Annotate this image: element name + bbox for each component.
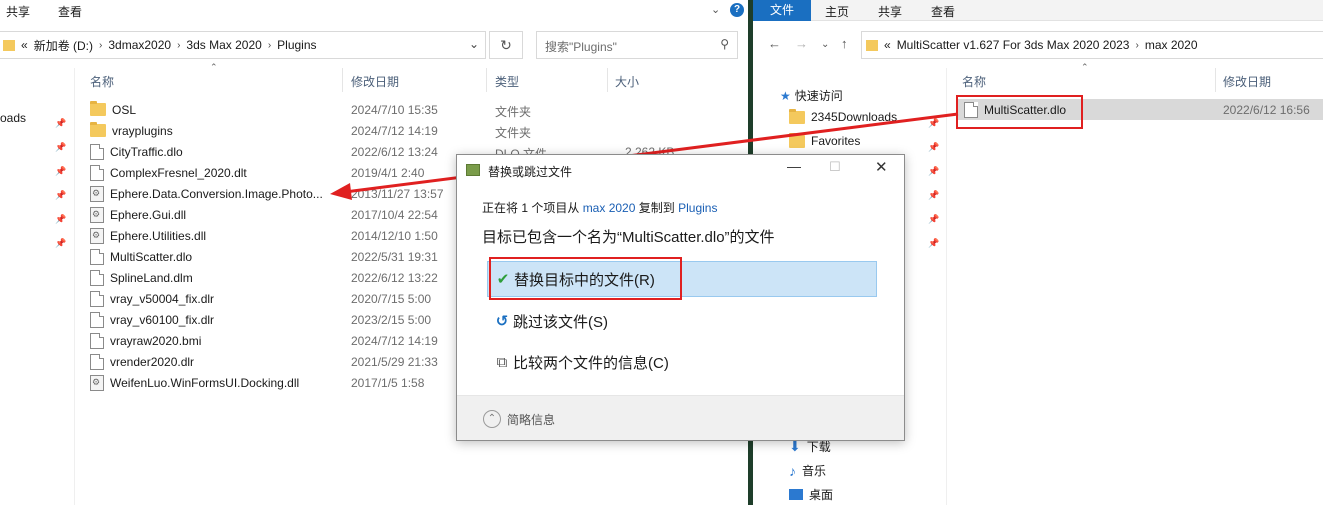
copy-mid: 复制到 (638, 201, 675, 215)
source-link[interactable]: max 2020 (583, 201, 636, 215)
compare-files-label: 比较两个文件的信息(C) (513, 354, 669, 372)
dialog-footer: ⌃ 简略信息 (457, 396, 904, 440)
annotation-arrow-head (330, 183, 352, 200)
target-link[interactable]: Plugins (678, 201, 717, 215)
skip-file-option[interactable]: ↺ 跳过该文件(S) (487, 303, 877, 339)
conflict-message: 目标已包含一个名为“MultiScatter.dlo”的文件 (482, 229, 775, 246)
copy-prefix: 正在将 1 个项目从 (482, 201, 580, 215)
skip-file-label: 跳过该文件(S) (513, 313, 608, 331)
compare-icon: ⧉ (496, 353, 508, 371)
minimize-icon[interactable]: — (787, 158, 801, 174)
chevron-up-icon[interactable]: ⌃ (483, 410, 501, 428)
close-icon[interactable]: ✕ (875, 158, 888, 176)
maximize-icon[interactable]: ☐ (829, 159, 841, 175)
dialog-title: 替换或跳过文件 (488, 165, 573, 179)
dialog-app-icon (466, 164, 480, 176)
compare-files-option[interactable]: ⧉ 比较两个文件的信息(C) (487, 344, 877, 380)
copy-progress-text: 正在将 1 个项目从 max 2020 复制到 Plugins (482, 199, 717, 216)
details-toggle[interactable]: 简略信息 (507, 411, 555, 428)
skip-arrow-icon: ↺ (495, 313, 509, 330)
annotation-box-replace (489, 257, 682, 300)
